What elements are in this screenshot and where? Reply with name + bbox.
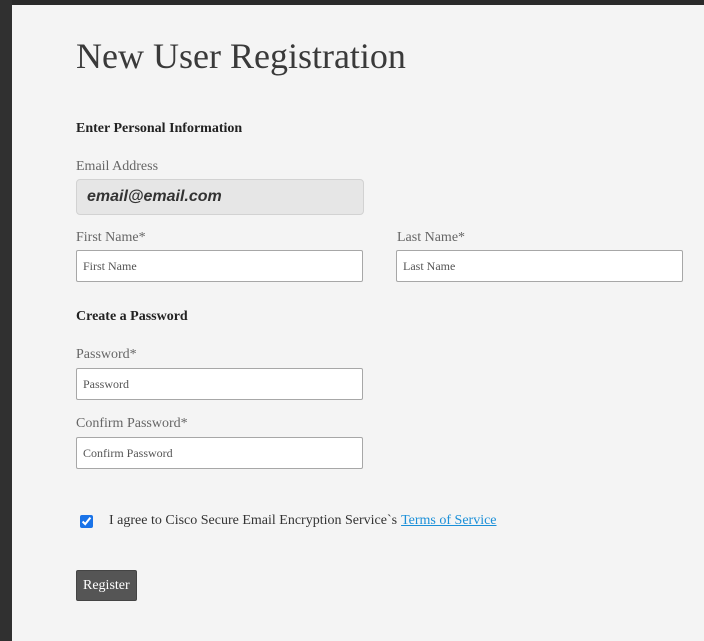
terms-agreement-row: I agree to Cisco Secure Email Encryption… (80, 513, 497, 529)
create-password-heading: Create a Password (76, 309, 188, 324)
password-label: Password* (76, 347, 137, 362)
first-name-input[interactable] (76, 250, 363, 282)
page-title: New User Registration (76, 36, 406, 76)
window-left-border (0, 0, 12, 641)
last-name-label: Last Name* (397, 230, 466, 245)
confirm-password-input[interactable] (76, 437, 363, 469)
registration-panel: New User Registration Enter Personal Inf… (12, 5, 704, 641)
email-field: email@email.com (76, 179, 364, 215)
confirm-password-label: Confirm Password* (76, 416, 188, 431)
terms-checkbox[interactable] (80, 514, 93, 528)
terms-agreement-text: I agree to Cisco Secure Email Encryption… (109, 513, 398, 528)
password-input[interactable] (76, 368, 363, 400)
last-name-input[interactable] (396, 250, 683, 282)
email-label: Email Address (76, 159, 159, 174)
personal-info-heading: Enter Personal Information (76, 121, 243, 136)
first-name-label: First Name* (76, 230, 146, 245)
terms-of-service-link[interactable]: Terms of Service (401, 513, 496, 529)
register-button[interactable]: Register (76, 570, 137, 601)
